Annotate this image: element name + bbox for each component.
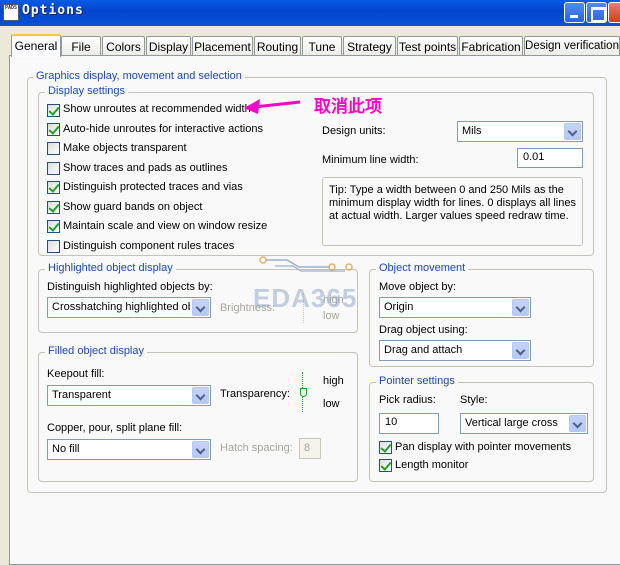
annotation-text: 取消此项 xyxy=(314,97,382,117)
checkbox-distinguish-protected[interactable] xyxy=(47,181,60,194)
object-movement-title: Object movement xyxy=(376,262,469,274)
pointer-style-select[interactable]: Vertical large cross xyxy=(460,413,588,434)
pick-radius-input[interactable]: 10 xyxy=(379,413,439,434)
tab-strategy[interactable]: Strategy xyxy=(343,36,396,56)
pick-radius-label: Pick radius: xyxy=(379,394,436,406)
tab-test-points[interactable]: Test points xyxy=(397,36,458,56)
label-show-outlines: Show traces and pads as outlines xyxy=(63,162,228,174)
keepout-fill-select[interactable]: Transparent xyxy=(47,385,211,406)
transparency-high-label: high xyxy=(323,375,344,387)
checkbox-maintain-scale[interactable] xyxy=(47,220,60,233)
distinguish-label: Distinguish highlighted objects by: xyxy=(47,281,213,293)
chevron-down-icon[interactable] xyxy=(564,123,581,140)
label-guard-bands: Show guard bands on object xyxy=(63,201,203,213)
filled-group-title: Filled object display xyxy=(45,345,147,357)
label-show-unroutes: Show unroutes at recommended width xyxy=(63,103,251,115)
pointer-settings-title: Pointer settings xyxy=(376,375,458,387)
label-auto-hide-unroutes: Auto-hide unroutes for interactive actio… xyxy=(63,123,263,135)
annotation-arrow-icon xyxy=(244,99,301,114)
hatch-spacing-spinner[interactable]: 8 xyxy=(299,438,321,459)
checkbox-pan-display[interactable] xyxy=(379,441,392,454)
checkbox-show-outlines[interactable] xyxy=(47,162,60,175)
close-button[interactable] xyxy=(608,2,620,23)
checkbox-make-transparent[interactable] xyxy=(47,142,60,155)
design-units-label: Design units: xyxy=(322,125,386,137)
design-units-select[interactable]: Mils xyxy=(457,121,583,142)
tab-display[interactable]: Display xyxy=(146,36,191,56)
min-line-width-input[interactable]: 0.01 xyxy=(517,148,583,168)
app-icon[interactable]: PADS xyxy=(3,4,19,21)
chevron-down-icon[interactable] xyxy=(512,299,529,316)
tab-fabrication[interactable]: Fabrication xyxy=(459,36,523,56)
highlighted-group-title: Highlighted object display xyxy=(45,262,176,274)
options-window: PADS Options General File Colors Display… xyxy=(0,0,620,565)
label-make-transparent: Make objects transparent xyxy=(63,142,187,154)
transparency-slider[interactable] xyxy=(300,372,316,412)
slider-thumb[interactable] xyxy=(300,388,307,397)
watermark: EDA365 xyxy=(253,283,358,313)
tab-colors[interactable]: Colors xyxy=(102,36,145,56)
label-maintain-scale: Maintain scale and view on window resize xyxy=(63,220,268,232)
chevron-down-icon[interactable] xyxy=(192,441,209,458)
hatch-spacing-label: Hatch spacing: xyxy=(220,442,293,454)
chevron-down-icon[interactable] xyxy=(192,299,209,316)
chevron-down-icon[interactable] xyxy=(569,415,586,432)
label-pan-display: Pan display with pointer movements xyxy=(395,441,572,453)
label-length-monitor: Length monitor xyxy=(395,459,469,471)
style-label: Style: xyxy=(460,394,488,406)
window-title: Options xyxy=(22,3,84,18)
checkbox-component-rules[interactable] xyxy=(47,240,60,253)
tab-strip: General File Colors Display Placement Ro… xyxy=(0,34,620,57)
transparency-low-label: low xyxy=(323,398,340,410)
maximize-button[interactable] xyxy=(586,2,607,23)
display-settings-title: Display settings xyxy=(45,85,129,97)
move-object-select[interactable]: Origin xyxy=(379,297,531,318)
move-object-label: Move object by: xyxy=(379,281,457,293)
tab-file[interactable]: File xyxy=(61,36,101,56)
label-distinguish-protected: Distinguish protected traces and vias xyxy=(63,181,243,193)
tab-routing[interactable]: Routing xyxy=(254,36,301,56)
distinguish-select[interactable]: Crosshatching highlighted objects xyxy=(47,297,211,318)
tab-placement[interactable]: Placement xyxy=(192,36,253,56)
graphics-group-title: Graphics display, movement and selection xyxy=(33,70,245,82)
min-line-width-label: Minimum line width: xyxy=(322,154,419,166)
checkbox-auto-hide-unroutes[interactable] xyxy=(47,123,60,136)
checkbox-length-monitor[interactable] xyxy=(379,459,392,472)
tip-box: Tip: Type a width between 0 and 250 Mils… xyxy=(322,177,583,246)
drag-object-label: Drag object using: xyxy=(379,324,468,336)
checkbox-show-unroutes[interactable] xyxy=(47,104,60,117)
minimize-button[interactable] xyxy=(564,2,585,23)
checkbox-guard-bands[interactable] xyxy=(47,201,60,214)
tab-tune[interactable]: Tune xyxy=(302,36,342,56)
transparency-label: Transparency: xyxy=(220,388,290,400)
chevron-down-icon[interactable] xyxy=(512,342,529,359)
chevron-down-icon[interactable] xyxy=(192,387,209,404)
drag-object-select[interactable]: Drag and attach xyxy=(379,340,531,361)
copper-fill-select[interactable]: No fill xyxy=(47,439,211,460)
keepout-fill-label: Keepout fill: xyxy=(47,368,105,380)
watermark-circuit-icon xyxy=(259,256,353,272)
title-bar[interactable]: PADS Options xyxy=(0,0,620,26)
tab-general[interactable]: General xyxy=(11,34,61,57)
label-component-rules: Distinguish component rules traces xyxy=(63,240,235,252)
copper-fill-label: Copper, pour, split plane fill: xyxy=(47,422,183,434)
tab-design-verification[interactable]: Design verification xyxy=(524,36,620,56)
